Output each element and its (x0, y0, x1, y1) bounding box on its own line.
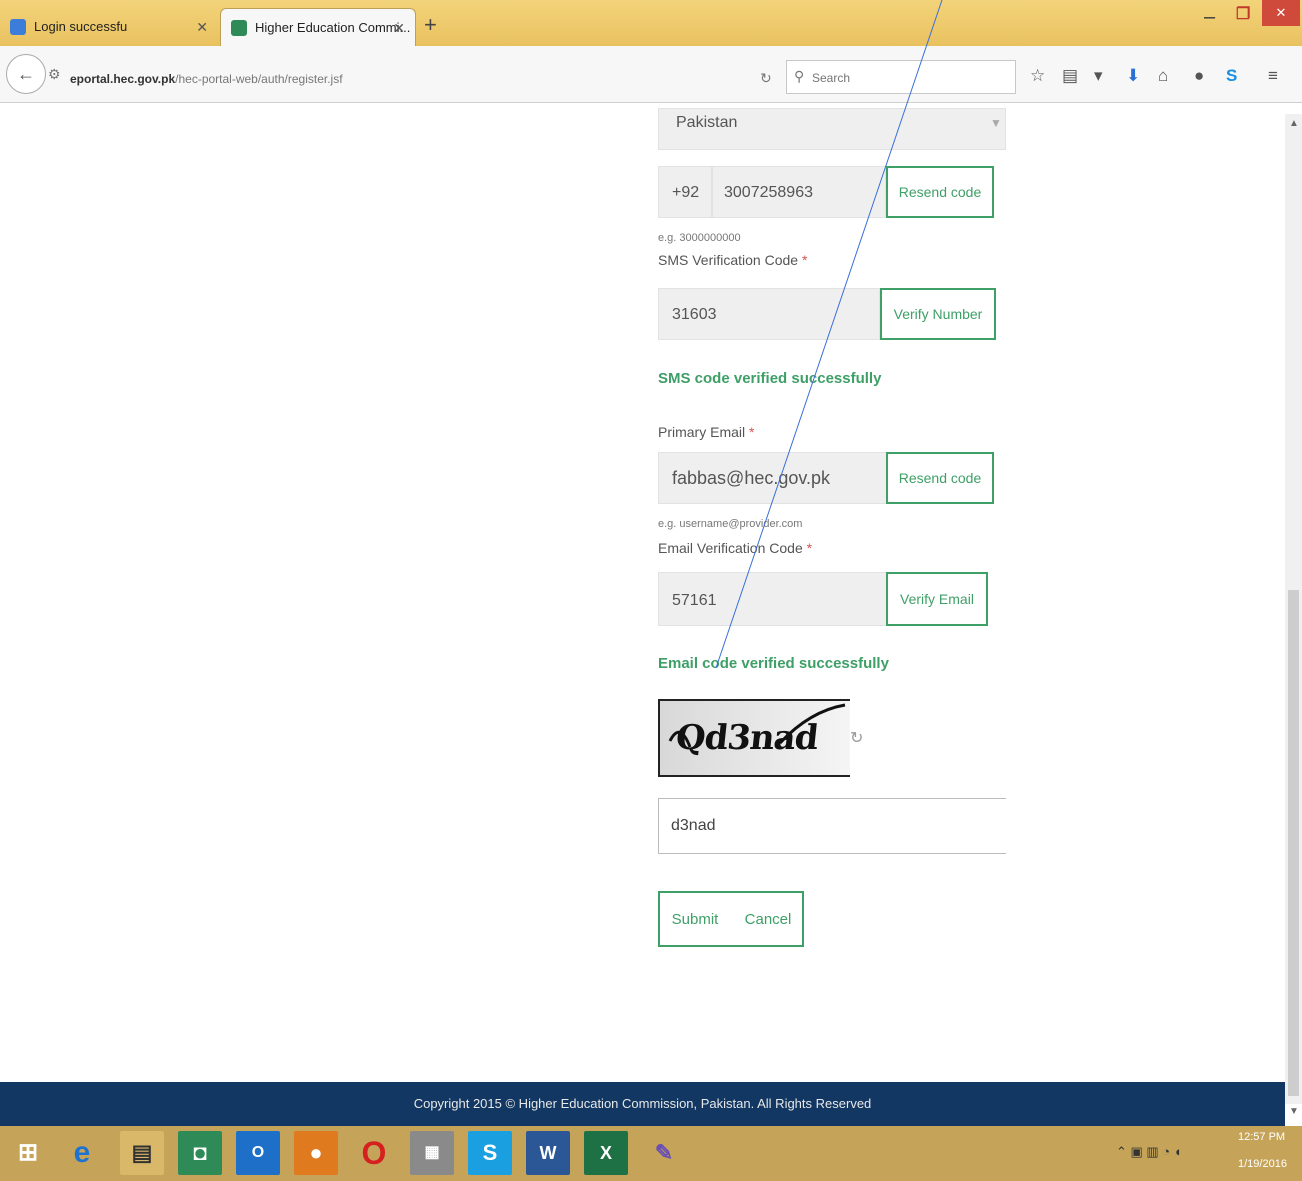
submit-button[interactable]: Submit (658, 891, 732, 947)
outlook-icon[interactable]: O (236, 1131, 280, 1175)
close-window-icon[interactable]: ✕ (1262, 0, 1300, 26)
scroll-up-arrow-icon[interactable]: ▲ (1289, 118, 1299, 129)
site-identity-icon[interactable]: ⚙ (48, 66, 61, 83)
bookmark-star-icon[interactable]: ☆ (1030, 66, 1045, 86)
country-value: Pakistan (676, 114, 738, 131)
annotation-line (715, 0, 943, 669)
tab-higher-education-commission[interactable]: Higher Education Commi... ✕ (220, 8, 416, 46)
minimize-window-icon[interactable]: – (1204, 6, 1215, 29)
footer-copyright: Copyright 2015 © Higher Education Commis… (413, 1096, 872, 1111)
captcha-input[interactable] (658, 798, 1006, 854)
pocket-icon[interactable]: ▾ (1094, 66, 1103, 86)
email-value: fabbas@hec.gov.pk (672, 468, 831, 488)
email-success-message: Email code verified successfully (658, 655, 889, 672)
email-label: Primary Email * (658, 424, 755, 440)
tab-login-successful[interactable]: Login successfu ✕ (0, 8, 218, 46)
paint-icon[interactable]: ✎ (642, 1131, 686, 1175)
cancel-button[interactable]: Cancel (732, 891, 804, 947)
menu-icon[interactable]: ≡ (1268, 66, 1278, 86)
required-mark: * (801, 252, 808, 268)
email-hint: e.g. username@provider.com (658, 518, 803, 530)
close-tab-icon[interactable]: ✕ (393, 9, 405, 47)
resend-email-code-button[interactable]: Resend code (886, 452, 994, 504)
phone-value: 3007258963 (724, 184, 813, 201)
scroll-down-arrow-icon[interactable]: ▼ (1289, 1106, 1299, 1117)
start-windows-icon[interactable]: ⊞ (6, 1131, 50, 1175)
close-tab-icon[interactable]: ✕ (196, 8, 208, 46)
store-icon[interactable]: ◘ (178, 1131, 222, 1175)
tab-title: Higher Education Commi... (255, 20, 411, 35)
download-icon[interactable]: ⬇ (1126, 66, 1140, 86)
skype-addon-icon[interactable]: S (1226, 66, 1237, 86)
email-code-value: 57161 (672, 592, 717, 609)
sms-code-value: 31603 (672, 306, 717, 323)
captcha-text: Qd3nad (673, 718, 820, 758)
chevron-down-icon: ▼ (990, 116, 1002, 130)
opera-icon[interactable]: O (352, 1131, 396, 1175)
scrollbar-thumb[interactable] (1288, 590, 1299, 1096)
sms-code-label: SMS Verification Code * (658, 252, 808, 268)
verify-email-button[interactable]: Verify Email (886, 572, 988, 626)
address-bar[interactable]: eportal.hec.gov.pk/hec-portal-web/auth/r… (70, 72, 343, 86)
verify-number-button[interactable]: Verify Number (880, 288, 996, 340)
sms-success-message: SMS code verified successfully (658, 370, 882, 387)
reading-list-icon[interactable]: ▤ (1062, 66, 1078, 86)
back-arrow-icon[interactable]: ← (6, 54, 46, 94)
excel-icon[interactable]: X (584, 1131, 628, 1175)
file-explorer-icon[interactable]: ▤ (120, 1131, 164, 1175)
search-input[interactable] (810, 66, 1010, 90)
new-tab-icon[interactable]: + (424, 12, 437, 38)
url-path: /hec-portal-web/auth/register.jsf (175, 72, 343, 86)
required-mark: * (749, 424, 755, 440)
resend-sms-code-button[interactable]: Resend code (886, 166, 994, 218)
firefox-icon[interactable]: ● (294, 1131, 338, 1175)
tab-title: Login successfu (34, 19, 128, 34)
search-icon: ⚲ (794, 68, 805, 84)
required-mark: * (806, 540, 813, 556)
reload-icon[interactable]: ↻ (760, 70, 772, 87)
hec-favicon-icon (231, 20, 247, 36)
email-code-label: Email Verification Code * (658, 540, 813, 556)
restore-window-icon[interactable]: ❐ (1236, 4, 1250, 24)
clock-date[interactable]: 1/19/2016 (1238, 1158, 1287, 1170)
system-tray-icons[interactable]: ⌃ ▣ ▥ ◔ ◖ (1116, 1144, 1182, 1160)
calculator-icon[interactable]: ▦ (410, 1131, 454, 1175)
country-code-value: +92 (672, 184, 700, 201)
phone-hint: e.g. 3000000000 (658, 232, 741, 244)
addon-icon[interactable]: ● (1194, 66, 1204, 86)
home-icon[interactable]: ⌂ (1158, 66, 1168, 86)
word-icon[interactable]: W (526, 1131, 570, 1175)
internet-explorer-icon[interactable]: e (60, 1131, 104, 1175)
clock-time[interactable]: 12:57 PM (1238, 1131, 1285, 1143)
page-favicon-icon (10, 19, 26, 35)
skype-icon[interactable]: S (468, 1131, 512, 1175)
url-domain: eportal.hec.gov.pk (70, 72, 176, 86)
refresh-captcha-icon[interactable]: ↻ (850, 728, 863, 748)
